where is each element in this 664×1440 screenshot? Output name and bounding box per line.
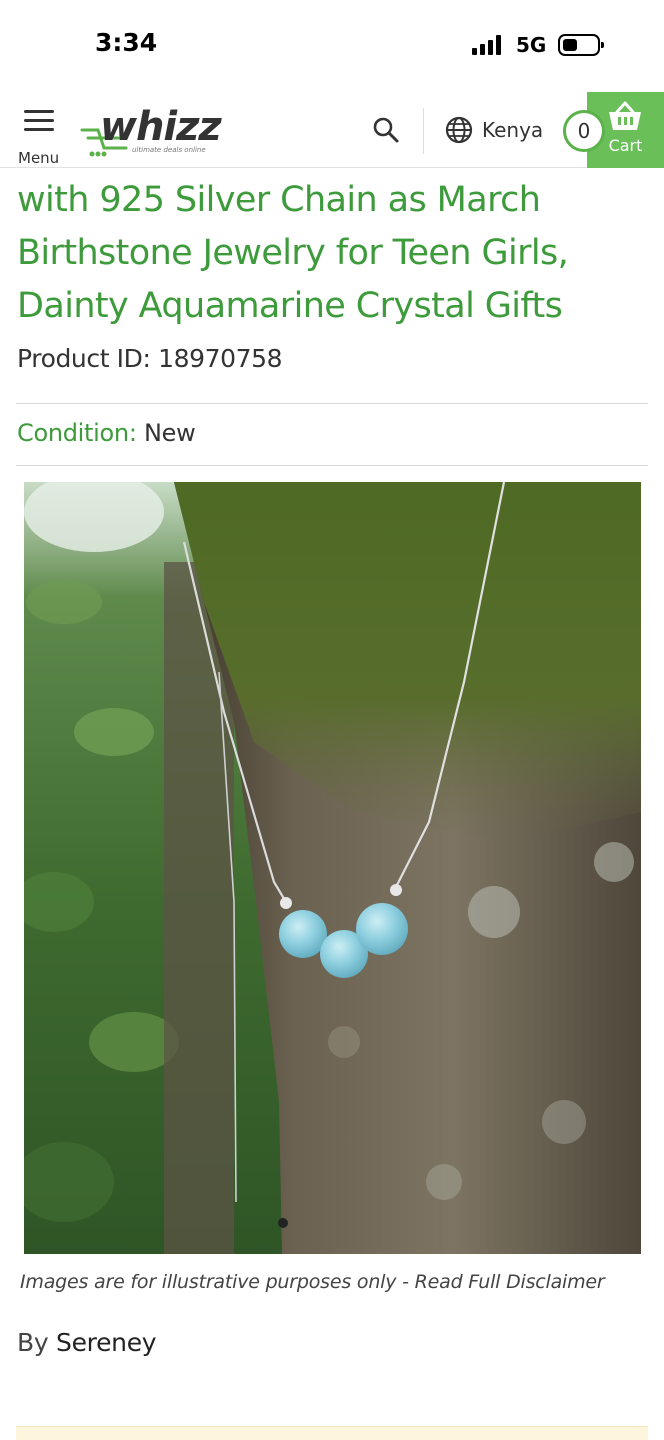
logo-text: whizz <box>100 104 222 150</box>
disclaimer-text: Images are for illustrative purposes onl… <box>20 1271 415 1293</box>
product-image[interactable] <box>24 482 641 1254</box>
search-button[interactable] <box>370 114 402 146</box>
status-time: 3:34 <box>95 28 158 57</box>
cart-count-badge[interactable]: 0 <box>563 110 605 152</box>
divider <box>16 465 648 466</box>
whizz-logo[interactable]: whizz ultimate deals online <box>78 104 222 160</box>
country-selector[interactable]: Kenya <box>444 114 543 146</box>
brand-name-link[interactable]: Sereney <box>56 1328 157 1357</box>
menu-button[interactable]: Menu <box>14 106 64 167</box>
product-condition: Condition: New <box>17 419 196 447</box>
condition-label: Condition: <box>17 419 137 447</box>
logo-tagline: ultimate deals online <box>132 146 206 154</box>
menu-label: Menu <box>18 149 60 167</box>
product-title: with 925 Silver Chain as March Birthston… <box>17 180 569 326</box>
image-disclaimer: Images are for illustrative purposes onl… <box>20 1271 605 1293</box>
search-icon <box>373 117 399 143</box>
header-divider <box>423 108 424 154</box>
country-label: Kenya <box>482 118 544 142</box>
divider <box>16 403 648 404</box>
signal-icon <box>472 35 501 55</box>
product-brand: By Sereney <box>17 1328 157 1357</box>
product-id-value: 18970758 <box>158 344 283 373</box>
notice-banner <box>16 1426 648 1440</box>
product-id: Product ID: 18970758 <box>17 344 283 373</box>
status-bar: 3:34 5G <box>0 0 664 92</box>
brand-prefix: By <box>17 1328 49 1357</box>
network-label: 5G <box>516 33 547 57</box>
globe-icon <box>445 116 473 144</box>
site-header: Menu whizz ultimate deals online Kenya 0 <box>0 92 664 168</box>
read-disclaimer-link[interactable]: Read Full Disclaimer <box>415 1271 605 1293</box>
condition-value: New <box>143 419 196 447</box>
product-id-label: Product ID: <box>17 344 151 373</box>
battery-icon <box>558 34 604 56</box>
